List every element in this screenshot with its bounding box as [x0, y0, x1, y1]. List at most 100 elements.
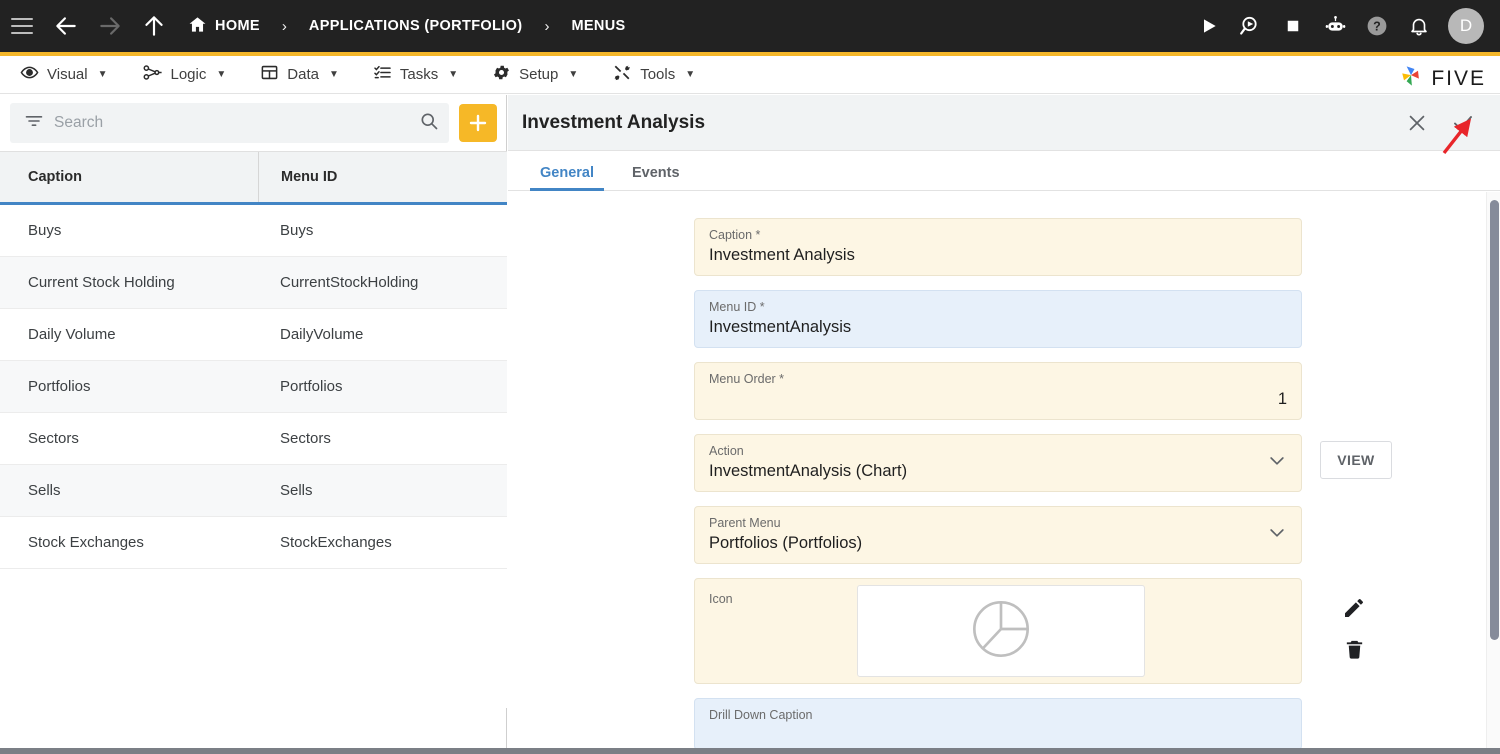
menu-label: Data — [287, 66, 319, 83]
breadcrumb-label: APPLICATIONS (PORTFOLIO) — [308, 18, 523, 34]
field-row-parent-menu: Parent Menu Portfolios (Portfolios) — [508, 506, 1500, 564]
close-icon[interactable] — [1394, 100, 1440, 146]
menu-order-field[interactable]: Menu Order * 1 — [694, 362, 1302, 420]
grid-body: Buys Buys Current Stock Holding CurrentStoc… — [0, 205, 507, 708]
five-logo: FIVE — [1397, 62, 1486, 95]
top-navigation-bar: HOME › APPLICATIONS (PORTFOLIO) › MENUS — [0, 0, 1500, 52]
table-row[interactable]: Sells Sells — [0, 465, 507, 517]
cell-menu-id: CurrentStockHolding — [280, 274, 419, 291]
save-checkmark-button[interactable] — [1440, 100, 1486, 146]
forward-arrow-icon[interactable] — [88, 0, 132, 52]
pencil-edit-icon[interactable] — [1342, 596, 1366, 625]
breadcrumb-separator: › — [544, 17, 550, 35]
up-arrow-icon[interactable] — [132, 0, 176, 52]
detail-form: Caption * Investment Analysis Menu ID * … — [508, 192, 1500, 754]
search-icon[interactable] — [419, 111, 439, 136]
icon-field[interactable]: Icon — [694, 578, 1302, 684]
search-input[interactable] — [54, 114, 409, 132]
run-icon[interactable] — [1188, 0, 1230, 52]
table-row[interactable]: Stock Exchanges StockExchanges — [0, 517, 507, 569]
table-row[interactable]: Sectors Sectors — [0, 413, 507, 465]
table-row[interactable]: Portfolios Portfolios — [0, 361, 507, 413]
debug-icon[interactable] — [1230, 0, 1272, 52]
chevron-down-icon: ▼ — [216, 69, 227, 80]
tools-icon — [612, 63, 632, 87]
chevron-down-icon: ▼ — [328, 69, 339, 80]
table-row[interactable]: Current Stock Holding CurrentStockHolding — [0, 257, 507, 309]
field-label: Menu Order * — [709, 372, 785, 386]
help-icon[interactable]: ? — [1356, 0, 1398, 52]
table-row[interactable]: Daily Volume DailyVolume — [0, 309, 507, 361]
cell-menu-id: Portfolios — [280, 378, 343, 395]
icon-preview[interactable] — [857, 585, 1145, 677]
parent-menu-dropdown[interactable]: Parent Menu Portfolios (Portfolios) — [694, 506, 1302, 564]
user-avatar[interactable]: D — [1448, 8, 1484, 44]
scrollbar-thumb[interactable] — [1490, 200, 1499, 640]
field-row-caption: Caption * Investment Analysis — [508, 218, 1500, 276]
grid-header-row: Caption Menu ID — [0, 151, 507, 205]
column-header-menu-id[interactable]: Menu ID — [258, 152, 507, 202]
field-row-menu-id: Menu ID * InvestmentAnalysis — [508, 290, 1500, 348]
view-action-button[interactable]: VIEW — [1320, 441, 1392, 479]
caption-field[interactable]: Caption * Investment Analysis — [694, 218, 1302, 276]
field-label: Icon — [709, 592, 733, 606]
cell-caption: Sells — [28, 482, 61, 499]
column-header-caption[interactable]: Caption — [0, 152, 258, 202]
application-menu-bar: Visual ▼ Logic ▼ Data ▼ Tasks ▼ Setup ▼ … — [0, 56, 1500, 94]
menus-grid: Caption Menu ID Buys Buys Current Stock Ho… — [0, 151, 507, 754]
breadcrumb-item-menus[interactable]: MENUS — [569, 18, 627, 34]
trash-delete-icon[interactable] — [1343, 638, 1366, 666]
field-value: 1 — [1277, 390, 1287, 408]
menu-visual[interactable]: Visual ▼ — [20, 63, 108, 86]
cell-caption: Sectors — [28, 430, 79, 447]
chatbot-icon[interactable] — [1314, 0, 1356, 52]
breadcrumb-item-applications[interactable]: APPLICATIONS (PORTFOLIO) — [307, 18, 525, 34]
cell-caption: Stock Exchanges — [28, 534, 144, 551]
back-arrow-icon[interactable] — [44, 0, 88, 52]
field-value: Portfolios (Portfolios) — [709, 534, 863, 552]
detail-scrollbar[interactable] — [1486, 192, 1500, 754]
table-grid-icon — [260, 63, 279, 86]
chevron-down-icon: ▼ — [685, 69, 696, 80]
field-value: InvestmentAnalysis — [709, 318, 852, 336]
field-label: Drill Down Caption — [709, 708, 813, 722]
field-value — [709, 723, 1287, 747]
nodes-icon — [142, 62, 163, 87]
chevron-down-icon: ▼ — [97, 69, 108, 80]
table-row[interactable]: Buys Buys — [0, 205, 507, 257]
menu-label: Logic — [170, 66, 207, 83]
cell-caption: Current Stock Holding — [28, 274, 175, 291]
action-dropdown[interactable]: Action InvestmentAnalysis (Chart) — [694, 434, 1302, 492]
stop-icon[interactable] — [1272, 0, 1314, 52]
menus-list-panel: Caption Menu ID Buys Buys Current Stock Ho… — [0, 95, 507, 754]
search-box[interactable] — [10, 103, 449, 143]
svg-text:?: ? — [1373, 20, 1381, 34]
add-record-button[interactable] — [459, 104, 497, 142]
field-row-action: Action InvestmentAnalysis (Chart) VIEW — [508, 434, 1500, 492]
menu-label: Tools — [640, 66, 676, 83]
tab-general[interactable]: General — [530, 165, 604, 191]
menu-logic[interactable]: Logic ▼ — [142, 62, 227, 87]
breadcrumb: HOME › APPLICATIONS (PORTFOLIO) › MENUS — [186, 15, 1188, 38]
menu-setup[interactable]: Setup ▼ — [492, 63, 578, 86]
menu-label: Visual — [47, 66, 88, 83]
detail-header: Investment Analysis — [508, 95, 1500, 151]
drill-down-caption-field[interactable]: Drill Down Caption — [694, 698, 1302, 750]
notifications-bell-icon[interactable] — [1398, 0, 1440, 52]
breadcrumb-item-home[interactable]: HOME — [186, 15, 262, 38]
window-bottom-edge — [0, 748, 1500, 754]
menu-id-field[interactable]: Menu ID * InvestmentAnalysis — [694, 290, 1302, 348]
breadcrumb-separator: › — [281, 17, 287, 35]
hamburger-menu-icon[interactable] — [0, 0, 44, 52]
cell-menu-id: Sells — [280, 482, 313, 499]
filter-icon[interactable] — [24, 111, 44, 136]
menu-data[interactable]: Data ▼ — [260, 63, 339, 86]
field-value: Investment Analysis — [709, 246, 855, 264]
five-logo-text: FIVE — [1431, 66, 1486, 90]
menu-tools[interactable]: Tools ▼ — [612, 63, 695, 87]
tab-events[interactable]: Events — [622, 165, 690, 190]
detail-panel: Investment Analysis General Events Capti… — [508, 95, 1500, 754]
menu-tasks[interactable]: Tasks ▼ — [373, 63, 458, 86]
grid-empty-space — [0, 569, 507, 708]
field-label: Parent Menu — [709, 516, 781, 530]
